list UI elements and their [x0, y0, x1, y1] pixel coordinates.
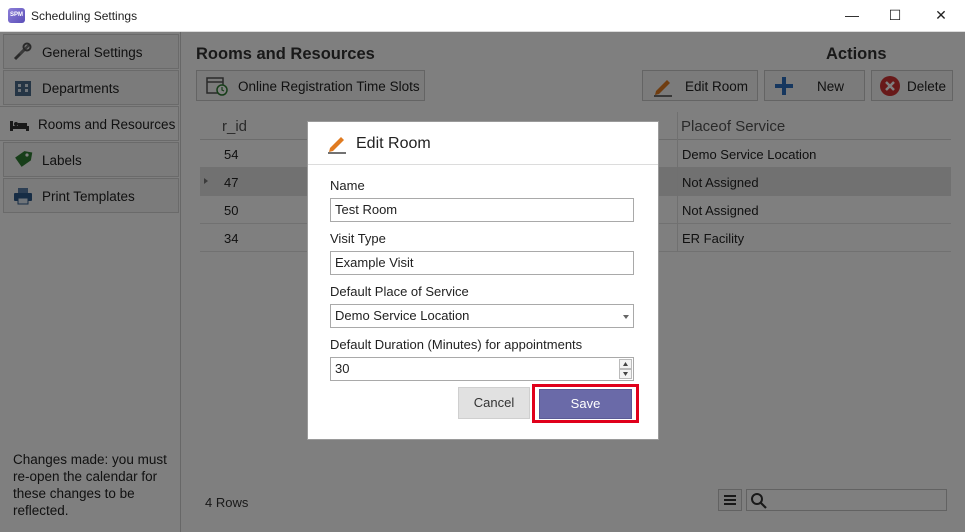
spin-up-button[interactable] [619, 359, 632, 369]
duration-label: Default Duration (Minutes) for appointme… [330, 337, 583, 352]
dialog-header: Edit Room [308, 122, 658, 165]
name-label: Name [330, 178, 365, 193]
spin-down-button[interactable] [619, 369, 632, 379]
chevron-up-icon [623, 362, 628, 366]
pencil-icon [328, 137, 346, 154]
visit-type-field[interactable]: Example Visit [330, 251, 634, 275]
title-bar: SPM Scheduling Settings — ☐ ✕ [0, 0, 965, 32]
close-button[interactable]: ✕ [918, 0, 964, 31]
edit-room-dialog: Edit Room Name Test Room Visit Type Exam… [307, 121, 659, 440]
visit-type-label: Visit Type [330, 231, 386, 246]
place-of-service-select[interactable]: Demo Service Location [330, 304, 634, 328]
duration-stepper[interactable]: 30 [330, 357, 634, 381]
dialog-title: Edit Room [356, 135, 431, 152]
chevron-down-icon [623, 315, 629, 319]
window-title: Scheduling Settings [31, 9, 138, 23]
maximize-button[interactable]: ☐ [872, 0, 918, 31]
minimize-button[interactable]: — [829, 0, 875, 31]
selected-value: Demo Service Location [335, 308, 470, 323]
place-of-service-label: Default Place of Service [330, 284, 469, 299]
save-button[interactable]: Save [539, 389, 632, 419]
cancel-button[interactable]: Cancel [458, 387, 530, 419]
name-field[interactable]: Test Room [330, 198, 634, 222]
duration-value: 30 [335, 361, 350, 376]
chevron-down-icon [623, 372, 628, 376]
app-logo-icon: SPM [8, 8, 25, 23]
